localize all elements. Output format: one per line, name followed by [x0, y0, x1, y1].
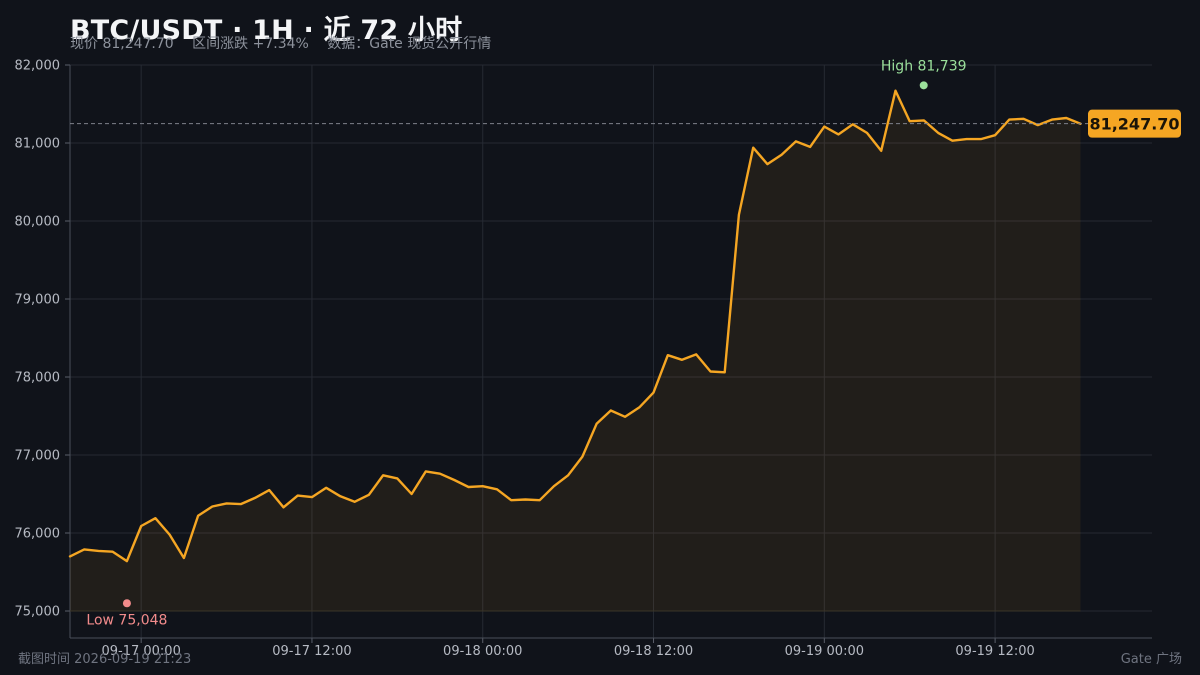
y-tick-label: 75,000 — [15, 605, 61, 620]
x-tick-label: 09-19 00:00 — [785, 644, 864, 659]
y-tick-label: 77,000 — [15, 449, 61, 464]
high-marker — [919, 81, 928, 90]
x-tick-label: 09-18 00:00 — [443, 644, 522, 659]
price-series — [68, 89, 1082, 612]
low-label: Low 75,048 — [86, 612, 167, 628]
y-tick-label: 82,000 — [15, 59, 61, 74]
x-tick-label: 09-17 12:00 — [272, 644, 351, 659]
brand-label: Gate 广场 — [1120, 652, 1182, 667]
y-tick-label: 78,000 — [15, 371, 61, 386]
x-tick-label: 09-18 12:00 — [614, 644, 693, 659]
price-area — [70, 90, 1081, 611]
low-marker — [122, 599, 131, 608]
screenshot-timestamp: 截图时间 2026-09-19 21:23 — [18, 652, 192, 667]
y-tick-label: 79,000 — [15, 293, 61, 308]
high-label: High 81,739 — [881, 58, 967, 74]
y-tick-label: 80,000 — [15, 215, 61, 230]
price-chart: 75,000 76,000 77,000 78,000 79,000 80,000 81,0… — [15, 58, 1181, 659]
current-price-tag-label: 81,247.70 — [1089, 115, 1179, 134]
y-tick-label: 81,000 — [15, 137, 61, 152]
x-tick-label: 09-19 12:00 — [955, 644, 1034, 659]
y-tick-label: 76,000 — [15, 527, 61, 542]
